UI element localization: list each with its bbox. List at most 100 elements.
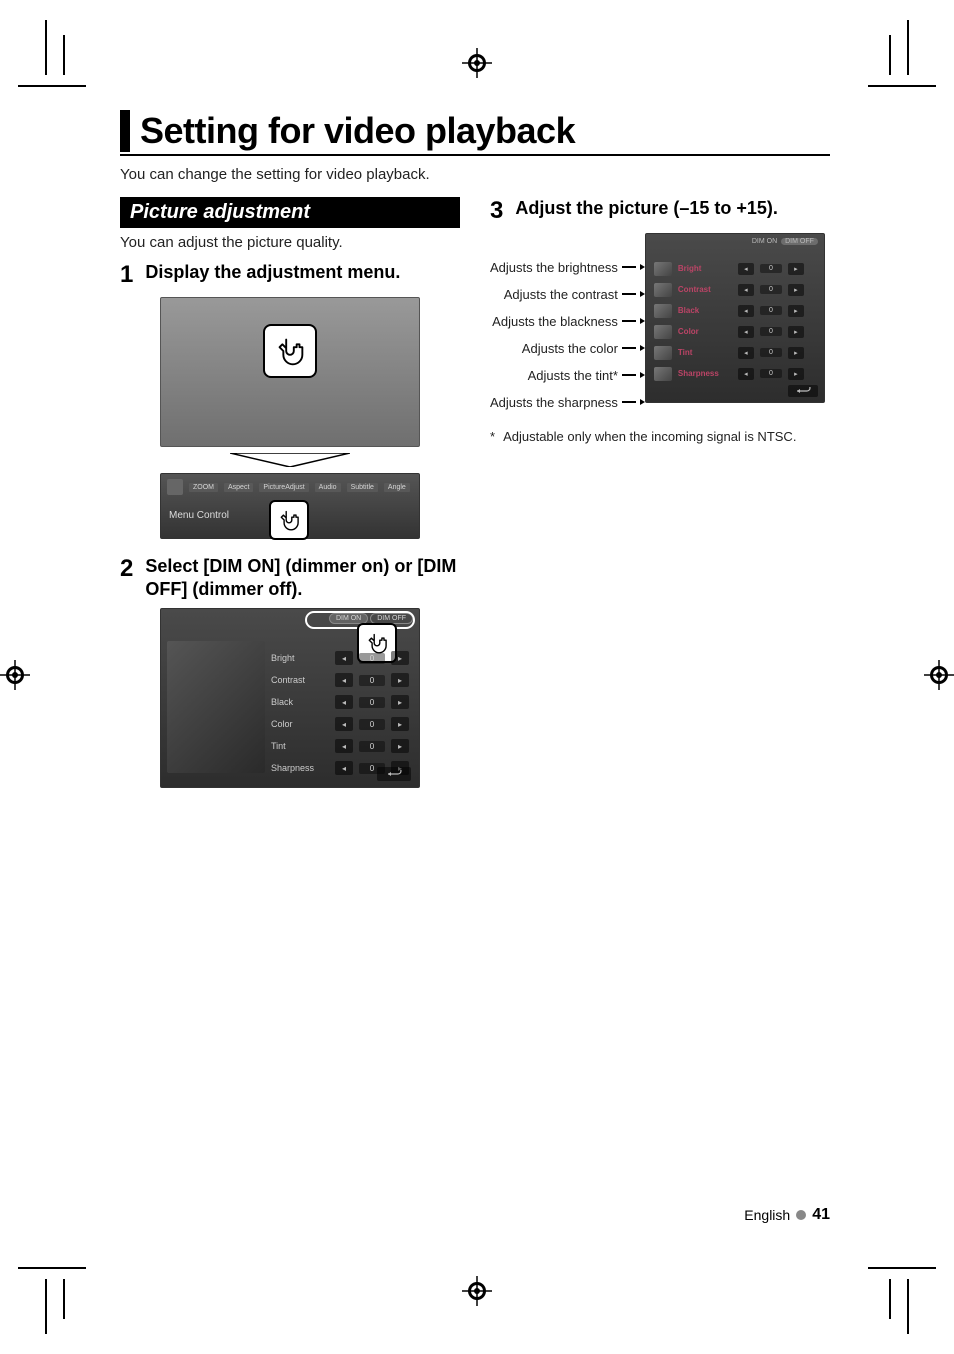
label-text: Adjusts the sharpness [490,395,618,410]
setting-label: Tint [271,741,329,751]
settings-row: Black◂0▸ [271,691,411,713]
step-2: 2 Select [DIM ON] (dimmer on) or [DIM OF… [120,555,460,600]
menu-item: Audio [315,483,341,492]
row-thumbnail [654,367,672,381]
crop-mark [907,1279,909,1334]
menu-control-label: Menu Control [169,510,229,521]
footnote-text: Adjustable only when the incoming signal… [503,428,796,446]
setting-label: Sharpness [678,369,732,378]
decrement-icon: ◂ [738,263,754,275]
adjustment-label: Adjusts the color [522,338,645,358]
setting-value: 0 [760,348,782,357]
label-text: Adjusts the brightness [490,260,618,275]
setting-value: 0 [760,327,782,336]
settings-row: Contrast ◂ 0 ▸ [271,669,411,691]
settings-row: Sharpness◂0▸ [654,363,816,384]
settings-rows: Bright◂0▸Contrast◂0▸Black◂0▸Color◂0▸Tint… [654,258,816,384]
menu-bar: ZOOM Aspect PictureAdjust Audio Subtitle… [160,473,420,539]
step-3: 3 Adjust the picture (–15 to +15). [490,197,830,225]
decrement-icon: ◂ [335,695,353,709]
step-number: 3 [490,197,503,225]
pointer-line [622,293,636,295]
increment-icon: ▸ [391,739,409,753]
video-preview [167,641,265,773]
figure-dim-select: DIM ON DIM OFF Bright◂0▸Contrast◂0▸Black… [160,608,420,788]
title-accent-bar [120,110,130,152]
setting-label: Color [678,327,732,336]
decrement-icon: ◂ [738,326,754,338]
adjustment-label: Adjusts the brightness [490,257,645,277]
pointer-line [622,320,636,322]
registration-mark-icon [462,1276,492,1306]
page-number: 41 [812,1206,830,1224]
decrement-icon: ◂ [335,761,353,775]
settings-rows: Bright◂0▸Contrast◂0▸Black◂0▸Color◂0▸Tint… [271,647,411,779]
title-row: Setting for video playback [120,110,830,156]
tab-dim-on: DIM ON [752,238,777,245]
pointer-line [622,401,636,403]
step-title: Select [DIM ON] (dimmer on) or [DIM OFF]… [145,555,460,600]
increment-icon: ▸ [391,651,409,665]
footer-dot-icon [796,1210,806,1220]
crop-mark [18,85,86,87]
setting-label: Contrast [271,675,329,685]
footnote: * Adjustable only when the incoming sign… [490,428,830,446]
increment-icon: ▸ [391,673,409,687]
row-thumbnail [654,262,672,276]
increment-icon: ▸ [788,368,804,380]
adjustment-label: Adjusts the sharpness [490,392,645,412]
subhead-picture-adjustment: Picture adjustment [120,197,460,228]
registration-mark-icon [462,48,492,78]
settings-row: Bright◂0▸ [271,647,411,669]
crop-mark [868,85,936,87]
step-title: Display the adjustment menu. [145,261,400,284]
page-footer: English 41 [120,1206,830,1224]
increment-icon: ▸ [788,347,804,359]
menu-item: PictureAdjust [259,483,308,492]
step-1: 1 Display the adjustment menu. [120,261,460,289]
label-text: Adjusts the color [522,341,618,356]
setting-label: Bright [271,653,329,663]
down-arrow-icon [230,453,350,467]
figure-display-menu: ZOOM Aspect PictureAdjust Audio Subtitle… [160,297,420,539]
step-title: Adjust the picture (–15 to +15). [515,197,778,220]
increment-icon: ▸ [788,326,804,338]
setting-value: 0 [359,675,385,686]
setting-label: Color [271,719,329,729]
increment-icon: ▸ [391,695,409,709]
touch-icon [269,500,309,540]
menu-item: Aspect [224,483,253,492]
back-icon [788,385,818,397]
back-icon [377,767,411,781]
setting-value: 0 [359,741,385,752]
setting-value: 0 [760,285,782,294]
settings-row: Black ◂ 0 ▸ [654,300,816,321]
decrement-icon: ◂ [738,347,754,359]
row-thumbnail [654,346,672,360]
decrement-icon: ◂ [335,673,353,687]
decrement-icon: ◂ [335,651,353,665]
adjustment-label: Adjusts the blackness [492,311,645,331]
setting-value: 0 [760,306,782,315]
menu-icon [167,479,183,495]
decrement-icon: ◂ [738,305,754,317]
setting-label: Black [271,697,329,707]
crop-mark [889,35,891,75]
settings-row: Color◂0▸ [271,713,411,735]
setting-label: Black [678,306,732,315]
page-content: Setting for video playback You can chang… [120,110,830,804]
crop-mark [18,1267,86,1269]
increment-icon: ▸ [788,305,804,317]
registration-mark-icon [924,660,954,690]
settings-row: Color ◂ 0 ▸ [654,321,816,342]
settings-panel: DIM ON DIM OFF Bright◂0▸Contrast◂0▸Black… [645,233,825,403]
decrement-icon: ◂ [335,717,353,731]
touch-icon [263,324,317,378]
registration-mark-icon [0,660,30,690]
row-thumbnail [654,304,672,318]
crop-mark [45,1279,47,1334]
adjustment-label: Adjusts the tint* [528,365,645,385]
settings-row: Contrast◂0▸ [654,279,816,300]
left-column: Picture adjustment You can adjust the pi… [120,197,460,804]
footnote-mark: * [490,428,495,446]
